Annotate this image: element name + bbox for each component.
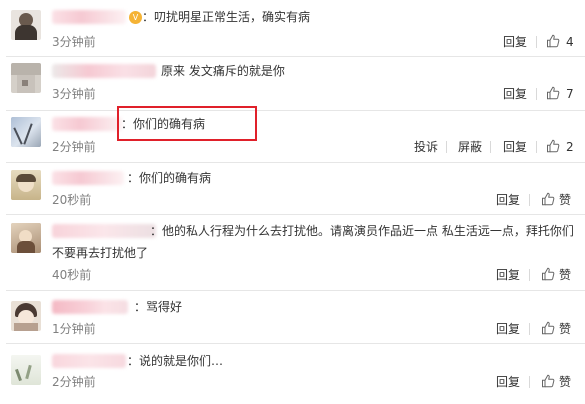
comment-time: 40秒前 (52, 268, 92, 282)
report-button[interactable]: 投诉 (414, 139, 438, 155)
thumbs-up-icon[interactable] (546, 34, 560, 48)
avatar[interactable] (11, 301, 41, 331)
like-count[interactable]: 7 (566, 86, 574, 102)
block-button[interactable]: 屏蔽 (458, 139, 482, 155)
comment-text: ：说的就是你们… (127, 354, 224, 368)
divider (446, 141, 447, 153)
thumbs-up-icon[interactable] (541, 267, 555, 281)
reply-button[interactable]: 回复 (503, 86, 527, 102)
thumbs-up-icon[interactable] (546, 86, 560, 100)
avatar[interactable] (11, 223, 41, 253)
divider (536, 141, 537, 153)
thumbs-up-icon[interactable] (541, 374, 555, 388)
thumbs-up-icon[interactable] (541, 192, 555, 206)
username-blurred[interactable] (52, 224, 156, 238)
avatar[interactable] (11, 355, 41, 385)
username-blurred[interactable] (52, 171, 124, 185)
divider (6, 56, 585, 57)
username-blurred[interactable] (52, 64, 156, 78)
username-blurred[interactable] (52, 300, 128, 314)
like-button[interactable]: 赞 (559, 321, 571, 337)
comment-time: 2分钟前 (52, 140, 96, 154)
avatar[interactable] (11, 117, 41, 147)
divider (490, 141, 491, 153)
reply-button[interactable]: 回复 (496, 192, 520, 208)
comment-text: 原来 发文痛斥的就是你 (161, 64, 285, 78)
divider (529, 376, 530, 388)
thumbs-up-icon[interactable] (541, 321, 555, 335)
like-button[interactable]: 赞 (559, 192, 571, 208)
comment-text: ：骂得好 (134, 300, 183, 314)
divider (6, 343, 585, 344)
reply-button[interactable]: 回复 (503, 34, 527, 50)
divider (529, 323, 530, 335)
comment-text: ：叨扰明星正常生活，确实有病 (142, 10, 311, 24)
divider (6, 290, 585, 291)
divider (6, 214, 585, 215)
divider (536, 36, 537, 48)
vip-badge-icon: V (129, 11, 142, 24)
reply-button[interactable]: 回复 (496, 321, 520, 337)
username-blurred[interactable] (52, 354, 126, 368)
like-count[interactable]: 4 (566, 34, 574, 50)
username-blurred[interactable] (52, 10, 126, 24)
like-button[interactable]: 赞 (559, 267, 571, 283)
comment-text-continued: 不要再去打扰他了 (52, 246, 149, 260)
avatar[interactable] (11, 170, 41, 200)
thumbs-up-icon[interactable] (546, 139, 560, 153)
divider (6, 162, 585, 163)
divider (529, 269, 530, 281)
avatar[interactable] (11, 63, 41, 93)
comment-time: 3分钟前 (52, 87, 96, 101)
divider (6, 110, 585, 111)
comment-time: 2分钟前 (52, 375, 96, 389)
comment-time: 20秒前 (52, 193, 92, 207)
divider (536, 88, 537, 100)
divider (529, 194, 530, 206)
comment-time: 1分钟前 (52, 322, 96, 336)
reply-button[interactable]: 回复 (503, 139, 527, 155)
reply-button[interactable]: 回复 (496, 374, 520, 390)
like-button[interactable]: 赞 (559, 374, 571, 390)
username-blurred[interactable] (52, 117, 122, 131)
avatar[interactable] (11, 10, 41, 40)
comment-text: ：你们的确有病 (127, 171, 212, 185)
reply-button[interactable]: 回复 (496, 267, 520, 283)
comment-time: 3分钟前 (52, 35, 96, 49)
like-count[interactable]: 2 (566, 139, 574, 155)
highlight-box (117, 106, 257, 141)
comment-text: ：他的私人行程为什么去打扰他。请离演员作品近一点 私生活远一点，拜托你们 (150, 224, 574, 238)
